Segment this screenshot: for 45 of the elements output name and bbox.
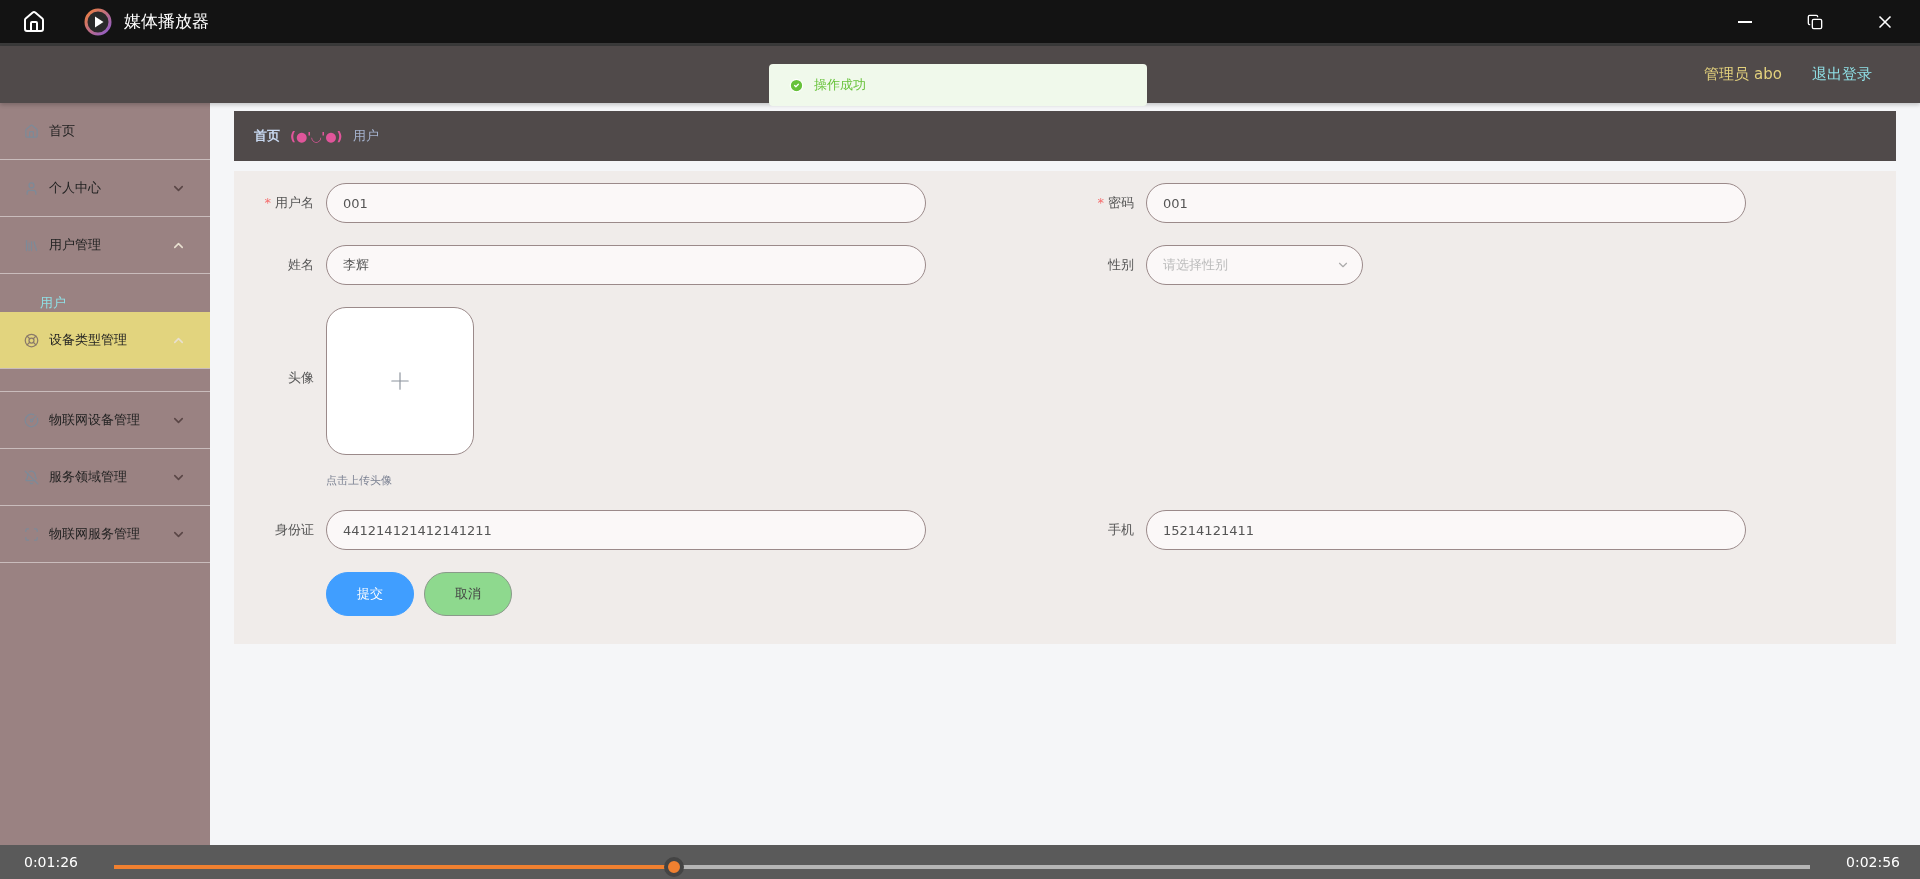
text-field[interactable]: 441214121412141211 [326,510,926,550]
required-mark: * [264,195,271,210]
lifebuoy-icon [24,332,39,348]
user-icon [24,180,39,196]
text-field[interactable]: 001 [1146,183,1746,223]
text-field[interactable]: 李辉 [326,245,926,285]
bell-off-icon [24,469,39,485]
books-icon [24,237,39,253]
field-label: 密码 [1108,195,1134,210]
gauge-icon [24,412,39,428]
logout-link[interactable]: 退出登录 [1812,65,1872,84]
upload-box[interactable] [326,307,474,455]
sidebar-item[interactable]: 个人中心 [0,160,210,217]
home-icon[interactable] [22,9,46,34]
cancel-button[interactable]: 取消 [424,572,512,616]
field-label: 身份证 [275,522,314,537]
scan-frame-icon [24,526,39,542]
field-label: 用户名 [275,195,314,210]
window-title: 媒体播放器 [124,10,209,33]
field-label: 姓名 [288,257,314,272]
progress-thumb[interactable] [663,857,684,877]
player-logo-icon [84,7,112,36]
user-name: 管理员 abo [1704,65,1782,84]
total-time: 0:02:56 [1846,854,1900,870]
restore-icon [1807,13,1823,30]
breadcrumb-current: 用户 [352,127,379,145]
text-field[interactable]: 001 [326,183,926,223]
check-icon [789,77,804,93]
sidebar-item[interactable]: 物联网设备管理 [0,392,210,449]
sidebar-item[interactable]: 物联网服务管理 [0,506,210,563]
text-field[interactable]: 15214121411 [1146,510,1746,550]
field-label: 手机 [1108,522,1134,537]
upload-hint: 点击上传头像 [326,473,393,488]
house-icon [24,123,39,139]
minimize-icon [1738,20,1752,23]
toast-message: 操作成功 [814,76,866,94]
field-label: 头像 [288,370,314,385]
breadcrumb-home[interactable]: 首页 [254,127,280,145]
field-label: 性别 [1108,257,1134,272]
elapsed-time: 0:01:26 [24,854,78,870]
required-mark: * [1097,195,1104,210]
sidebar-item[interactable]: 设备类型管理 [0,312,210,369]
breadcrumb-separator: (●'◡'●) [290,128,343,144]
sidebar-item[interactable]: 服务领域管理 [0,449,210,506]
sidebar-item[interactable]: 首页 [0,103,210,160]
